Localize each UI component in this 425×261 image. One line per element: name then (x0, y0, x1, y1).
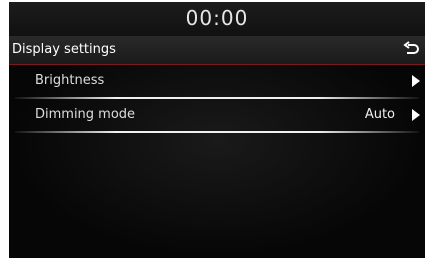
page-title: Display settings (12, 42, 116, 57)
menu-item-brightness[interactable]: Brightness (9, 65, 425, 97)
title-bar: Display settings (9, 36, 425, 65)
back-arrow-icon (403, 41, 419, 54)
back-button[interactable] (400, 39, 422, 61)
clock: 00:00 (185, 6, 249, 30)
infotainment-screen: 00:00 Display settings Brightness Dimmin… (9, 2, 425, 258)
menu-item-label: Brightness (35, 73, 105, 88)
divider (15, 131, 419, 133)
chevron-right-icon (412, 109, 420, 121)
menu-item-dimming-mode[interactable]: Dimming mode Auto (9, 99, 425, 131)
chevron-right-icon (412, 75, 420, 87)
menu-item-value: Auto (364, 107, 395, 122)
status-bar: 00:00 (9, 2, 425, 36)
menu-item-label: Dimming mode (35, 107, 136, 122)
